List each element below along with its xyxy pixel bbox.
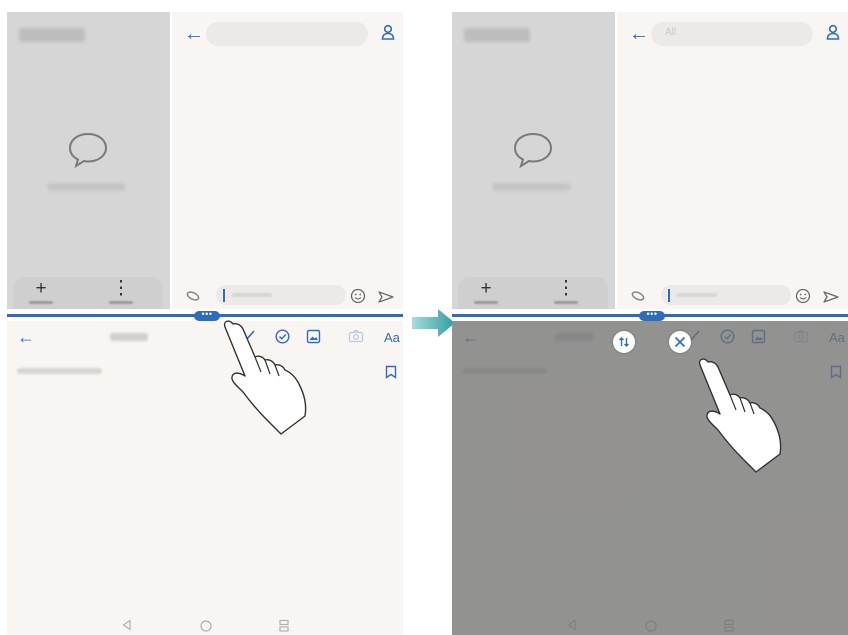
- message-input[interactable]: [216, 285, 346, 305]
- text-cursor: [668, 289, 670, 302]
- emoji-icon[interactable]: [795, 288, 811, 304]
- hand-pointer-icon: [223, 320, 307, 435]
- right-screen: + ⋮ ← All ••• ←: [452, 12, 848, 635]
- speech-bubble-icon: [513, 132, 553, 169]
- pane-title: [19, 28, 85, 42]
- note-text: [17, 368, 102, 374]
- paperclip-icon[interactable]: [631, 291, 645, 301]
- messages-list-pane: + ⋮: [452, 12, 615, 309]
- new-message-button[interactable]: +: [21, 279, 61, 308]
- message-input[interactable]: [661, 285, 791, 305]
- instruction-illustration: { "colors": {"accent": "#2e6cc0", "arrow…: [0, 0, 848, 635]
- close-icon: [674, 336, 686, 348]
- speech-bubble-icon: [68, 132, 108, 169]
- swap-windows-button[interactable]: [613, 331, 635, 353]
- person-icon[interactable]: [826, 24, 840, 40]
- home-nav-icon[interactable]: [199, 619, 213, 633]
- divider-handle[interactable]: •••: [639, 310, 665, 321]
- recipient-placeholder: All: [665, 27, 677, 38]
- notes-toolbar: ← Aa: [7, 321, 403, 351]
- left-screen: + ⋮ ← ••• ← Aa: [7, 12, 403, 635]
- empty-state-text: [492, 183, 570, 191]
- send-icon[interactable]: [823, 291, 839, 303]
- font-format-button[interactable]: Aa: [384, 330, 400, 345]
- back-arrow-icon[interactable]: ←: [17, 327, 35, 347]
- emoji-icon[interactable]: [350, 288, 366, 304]
- more-button[interactable]: ⋮: [101, 279, 141, 308]
- more-button[interactable]: ⋮: [546, 279, 586, 308]
- text-cursor: [223, 289, 225, 302]
- note-title: [110, 333, 148, 341]
- message-placeholder: [677, 293, 717, 297]
- person-icon[interactable]: [381, 24, 395, 40]
- new-message-button[interactable]: +: [466, 279, 506, 308]
- close-split-screen-button[interactable]: [669, 331, 691, 353]
- recipient-input[interactable]: [206, 22, 368, 46]
- hand-pointer-icon: [698, 358, 782, 473]
- message-placeholder: [232, 293, 272, 297]
- back-arrow-icon[interactable]: ←: [629, 24, 649, 44]
- bookmark-icon[interactable]: [385, 365, 397, 379]
- recents-nav-icon[interactable]: [278, 619, 290, 633]
- swap-icon: [619, 337, 629, 347]
- conversation-pane: ←: [172, 12, 403, 309]
- pane-title: [464, 28, 530, 42]
- send-icon[interactable]: [378, 291, 394, 303]
- conversation-pane: ← All: [617, 12, 848, 309]
- back-nav-icon[interactable]: [121, 619, 133, 631]
- empty-state-text: [47, 183, 125, 191]
- paperclip-icon[interactable]: [186, 291, 200, 301]
- camera-icon[interactable]: [348, 329, 364, 343]
- step-arrow-icon: [412, 309, 455, 337]
- recipient-input[interactable]: All: [651, 22, 813, 46]
- back-arrow-icon[interactable]: ←: [184, 24, 204, 44]
- notes-pane: ← Aa: [7, 321, 403, 635]
- messages-list-pane: + ⋮: [7, 12, 170, 309]
